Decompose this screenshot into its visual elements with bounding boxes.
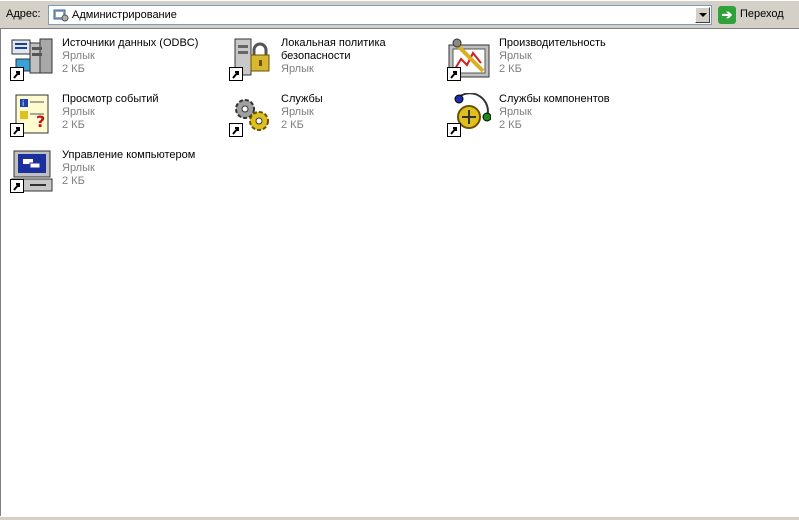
file-item-component-services[interactable]: Службы компонентов Ярлык 2 КБ [447,93,657,147]
shortcut-arrow-icon [10,67,24,81]
item-type: Ярлык [281,106,314,118]
item-size: 2 КБ [281,119,304,131]
address-dropdown-button[interactable] [695,7,710,23]
svg-text:i: i [22,99,24,108]
shortcut-arrow-icon [229,67,243,81]
chevron-down-icon [698,13,707,17]
shortcut-arrow-icon [10,123,24,137]
item-name: Производительность [499,37,606,49]
item-type: Ярлык [62,162,95,174]
item-name: Источники данных (ODBC) [62,37,199,49]
shortcut-arrow-icon [229,123,243,137]
file-item-local-security-policy[interactable]: Локальная политика безопасности Ярлык [229,37,439,91]
item-name: Локальная политика безопасности [281,37,386,62]
item-size: 2 КБ [499,119,522,131]
file-item-performance[interactable]: Производительность Ярлык 2 КБ [447,37,657,91]
item-type: Ярлык [499,50,532,62]
file-item-odbc[interactable]: Источники данных (ODBC) Ярлык 2 КБ [10,37,220,91]
control-panel-folder-icon [53,9,69,22]
shortcut-arrow-icon [10,179,24,193]
address-toolbar: Адрес: Администрирование ➔ Переход [0,0,799,28]
address-field[interactable]: Администрирование [48,5,712,25]
file-item-computer-management[interactable]: Управление компьютером Ярлык 2 КБ [10,149,220,203]
item-size: 2 КБ [62,175,85,187]
item-type: Ярлык [62,106,95,118]
item-name: Управление компьютером [62,149,196,161]
address-value: Администрирование [72,9,177,21]
file-item-event-viewer[interactable]: i ? Просмотр событий Ярлык 2 КБ [10,93,220,147]
window-bottom-border [0,516,799,520]
shortcut-arrow-icon [447,123,461,137]
file-list-pane: Источники данных (ODBC) Ярлык 2 КБ Локал… [0,28,799,518]
file-item-services[interactable]: Службы Ярлык 2 КБ [229,93,439,147]
address-label: Адрес: [6,8,41,20]
svg-text:?: ? [36,112,45,131]
item-name: Службы [281,93,323,105]
item-name: Службы компонентов [499,93,610,105]
item-size: 2 КБ [62,63,85,75]
item-type: Ярлык [499,106,532,118]
go-button-label: Переход [740,8,784,20]
item-size: 2 КБ [62,119,85,131]
go-button[interactable]: ➔ Переход [716,5,796,25]
item-size: 2 КБ [499,63,522,75]
go-arrow-icon: ➔ [718,6,736,24]
item-type: Ярлык [62,50,95,62]
item-type: Ярлык [281,63,314,75]
item-name: Просмотр событий [62,93,159,105]
shortcut-arrow-icon [447,67,461,81]
